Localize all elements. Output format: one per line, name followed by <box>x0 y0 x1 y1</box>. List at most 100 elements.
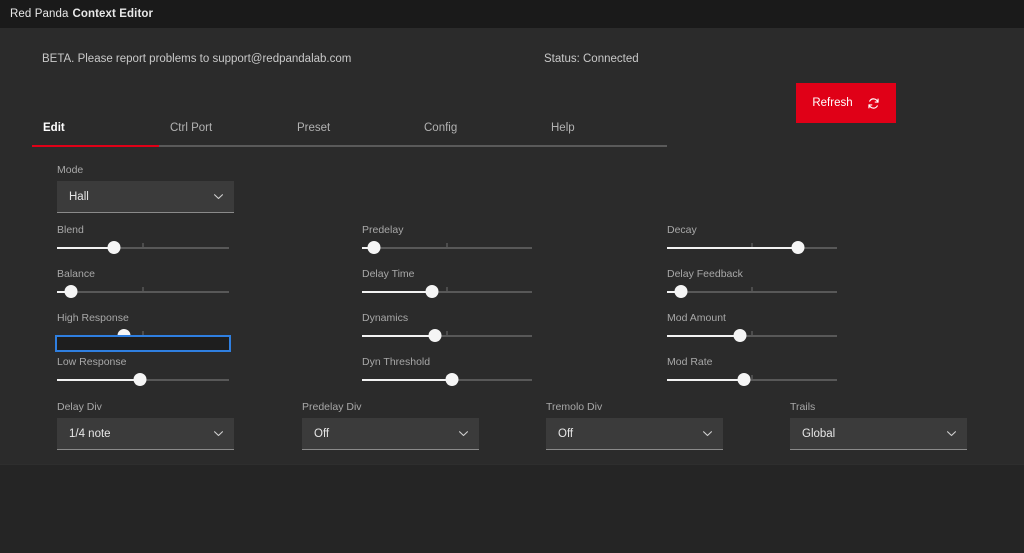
trails-label: Trails <box>790 401 816 413</box>
slider-label-dynamics: Dynamics <box>362 312 409 324</box>
tremolo-div-select[interactable]: Off <box>546 418 723 450</box>
slider-fill <box>57 379 140 381</box>
mode-select-value: Hall <box>69 190 89 203</box>
tab-edit-label: Edit <box>43 122 65 134</box>
slider-dynamics[interactable] <box>362 329 532 343</box>
slider-balance[interactable] <box>57 285 229 299</box>
app-vendor-name: Red Panda <box>10 8 69 20</box>
slider-fill <box>362 379 453 381</box>
tab-help-label: Help <box>551 122 575 134</box>
chevron-down-icon <box>458 431 469 437</box>
connection-status: Status: Connected <box>544 53 639 65</box>
slider-group-blend: Blend <box>57 224 229 268</box>
chevron-down-icon <box>213 431 224 437</box>
tab-edit[interactable]: Edit <box>32 122 159 147</box>
refresh-button-label: Refresh <box>812 97 853 109</box>
slider-track <box>362 247 532 249</box>
slider-mod-rate[interactable] <box>667 373 837 387</box>
mode-field: Mode Hall <box>57 164 234 213</box>
slider-thumb-high-response[interactable] <box>117 329 131 342</box>
slider-high-response[interactable] <box>55 329 231 352</box>
slider-thumb-dynamics[interactable] <box>428 329 442 342</box>
slider-group-balance: Balance <box>57 268 229 312</box>
app-title: Context Editor <box>72 8 154 20</box>
tab-help[interactable]: Help <box>540 122 667 147</box>
trails-select[interactable]: Global <box>790 418 967 450</box>
slider-label-dyn-threshold: Dyn Threshold <box>362 356 431 368</box>
slider-thumb-predelay[interactable] <box>367 241 381 254</box>
chevron-down-icon <box>946 431 957 437</box>
slider-dyn-threshold[interactable] <box>362 373 532 387</box>
slider-fill <box>57 335 125 337</box>
slider-group-delay-time: Delay Time <box>362 268 532 312</box>
slider-thumb-decay[interactable] <box>791 241 805 254</box>
slider-thumb-delay-feedback[interactable] <box>674 285 688 298</box>
slider-group-decay: Decay <box>667 224 837 268</box>
slider-fill <box>57 247 114 249</box>
mode-label: Mode <box>57 164 84 176</box>
slider-group-dynamics: Dynamics <box>362 312 532 356</box>
slider-fill <box>667 247 798 249</box>
slider-column-right: Decay Delay Feedback Mod Amount Mod Rate <box>667 224 837 400</box>
slider-fill <box>362 291 432 293</box>
slider-label-blend: Blend <box>57 224 84 236</box>
slider-label-delay-feedback: Delay Feedback <box>667 268 743 280</box>
slider-predelay[interactable] <box>362 241 532 255</box>
slider-center-tick <box>142 243 144 247</box>
slider-thumb-delay-time[interactable] <box>425 285 439 298</box>
beta-notice: BETA. Please report problems to support@… <box>42 53 352 65</box>
slider-thumb-blend[interactable] <box>107 241 121 254</box>
slider-label-high-response: High Response <box>57 312 129 324</box>
delay-div-value: 1/4 note <box>69 427 111 440</box>
delay-div-select[interactable]: 1/4 note <box>57 418 234 450</box>
tremolo-div-label: Tremolo Div <box>546 401 603 413</box>
chevron-down-icon <box>702 431 713 437</box>
slider-thumb-mod-amount[interactable] <box>733 329 747 342</box>
slider-label-predelay: Predelay <box>362 224 404 236</box>
slider-group-mod-amount: Mod Amount <box>667 312 837 356</box>
slider-thumb-mod-rate[interactable] <box>737 373 750 386</box>
slider-label-low-response: Low Response <box>57 356 127 368</box>
slider-group-predelay: Predelay <box>362 224 532 268</box>
slider-label-mod-amount: Mod Amount <box>667 312 726 324</box>
slider-thumb-balance[interactable] <box>64 285 78 298</box>
window-title-bar: Red Panda Context Editor <box>0 0 1024 28</box>
slider-group-high-response: High Response <box>55 312 231 356</box>
slider-decay[interactable] <box>667 241 837 255</box>
delay-div-label: Delay Div <box>57 401 102 413</box>
slider-label-delay-time: Delay Time <box>362 268 415 280</box>
slider-center-tick <box>751 331 753 335</box>
slider-thumb-dyn-threshold[interactable] <box>445 373 459 386</box>
tremolo-div-value: Off <box>558 427 574 440</box>
trails-value: Global <box>802 427 836 440</box>
slider-column-left: Blend Balance High Response Low Response <box>55 224 231 400</box>
tab-bar: Edit Ctrl Port Preset Config Help <box>32 122 667 147</box>
slider-group-dyn-threshold: Dyn Threshold <box>362 356 532 400</box>
tab-config[interactable]: Config <box>413 122 540 147</box>
tab-config-label: Config <box>424 122 458 134</box>
status-row: BETA. Please report problems to support@… <box>0 28 1024 123</box>
slider-blend[interactable] <box>57 241 229 255</box>
refresh-icon <box>868 97 879 109</box>
predelay-div-select[interactable]: Off <box>302 418 479 450</box>
slider-label-mod-rate: Mod Rate <box>667 356 713 368</box>
slider-column-middle: Predelay Delay Time Dynamics Dyn Threshold <box>362 224 532 400</box>
slider-center-tick <box>446 243 448 247</box>
slider-low-response[interactable] <box>57 373 229 387</box>
slider-center-tick <box>751 287 753 291</box>
tab-ctrl-port[interactable]: Ctrl Port <box>159 122 286 147</box>
tab-preset[interactable]: Preset <box>286 122 413 147</box>
mode-select[interactable]: Hall <box>57 181 234 213</box>
predelay-div-label: Predelay Div <box>302 401 362 413</box>
chevron-down-icon <box>213 194 224 200</box>
slider-delay-time[interactable] <box>362 285 532 299</box>
slider-thumb-low-response[interactable] <box>133 373 147 386</box>
slider-delay-feedback[interactable] <box>667 285 837 299</box>
refresh-button[interactable]: Refresh <box>796 83 896 123</box>
predelay-div-value: Off <box>314 427 330 440</box>
tab-ctrl-port-label: Ctrl Port <box>170 122 213 134</box>
slider-center-tick <box>142 331 144 335</box>
delay-div-field: Delay Div 1/4 note <box>57 401 234 450</box>
tremolo-div-field: Tremolo Div Off <box>546 401 723 450</box>
slider-mod-amount[interactable] <box>667 329 837 343</box>
